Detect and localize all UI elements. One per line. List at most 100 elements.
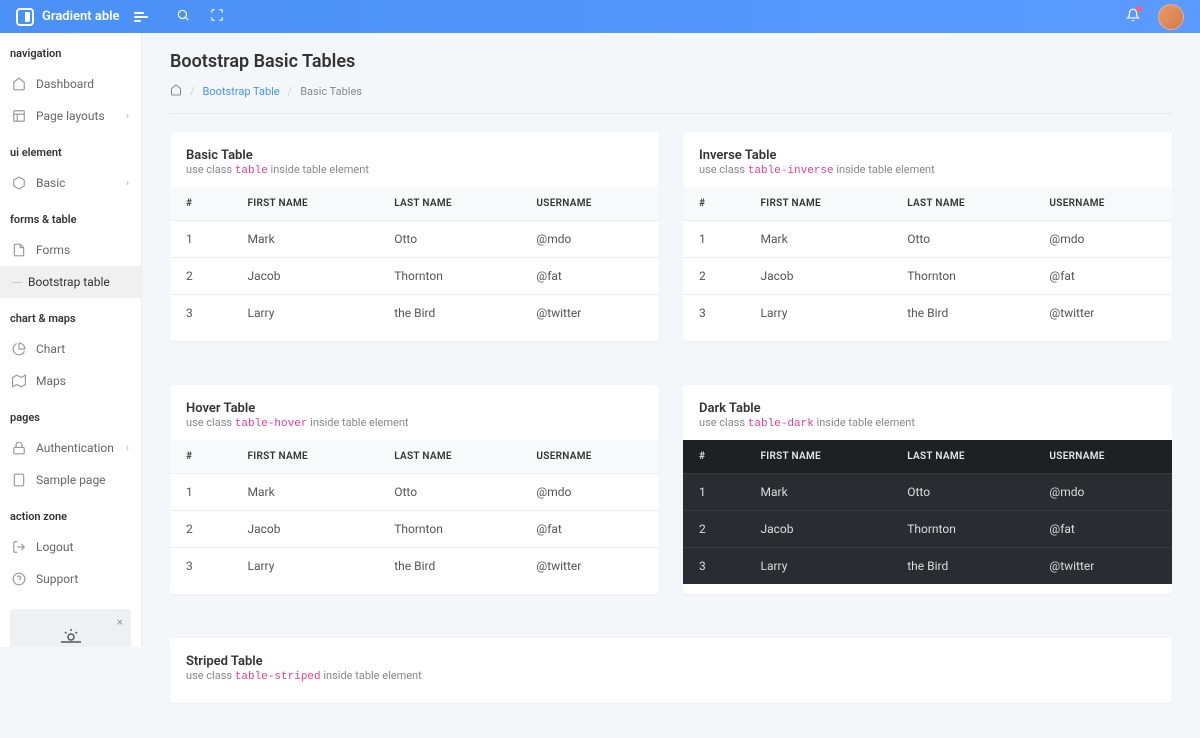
card-title: Basic Table bbox=[186, 148, 643, 163]
basic-table: #FIRST NAMELAST NAMEUSERNAME1MarkOtto@md… bbox=[170, 187, 659, 331]
cell-first: Jacob bbox=[232, 511, 379, 548]
cell-index: 2 bbox=[170, 258, 232, 295]
sidebar-item-label: Authentication bbox=[36, 441, 114, 455]
sidebar-item-logout[interactable]: Logout bbox=[0, 531, 141, 563]
sidebar-item-label: Sample page bbox=[36, 473, 106, 487]
chevron-right-icon: › bbox=[126, 178, 129, 189]
sidebar-item-forms[interactable]: Forms bbox=[0, 234, 141, 266]
col-head-first: FIRST NAME bbox=[232, 187, 379, 221]
table-row: 1MarkOtto@mdo bbox=[170, 474, 659, 511]
basic-table-card: Basic Table use class table inside table… bbox=[170, 132, 659, 341]
table-row: 1MarkOtto@mdo bbox=[683, 221, 1172, 258]
striped-table-card: Striped Table use class table-striped in… bbox=[170, 638, 1172, 703]
notifications-icon[interactable] bbox=[1126, 8, 1140, 26]
cell-user: @mdo bbox=[520, 221, 659, 258]
pie-icon bbox=[12, 342, 26, 356]
cell-index: 1 bbox=[683, 474, 745, 511]
sidebar-item-sample-page[interactable]: Sample page bbox=[0, 464, 141, 496]
cell-first: Larry bbox=[745, 548, 892, 585]
box-icon bbox=[12, 176, 26, 190]
col-head-first: FIRST NAME bbox=[232, 440, 379, 474]
cell-first: Mark bbox=[232, 221, 379, 258]
col-head-last: LAST NAME bbox=[378, 187, 520, 221]
table-row: 2JacobThornton@fat bbox=[170, 511, 659, 548]
table-row: 2JacobThornton@fat bbox=[683, 511, 1172, 548]
cell-user: @mdo bbox=[1033, 221, 1172, 258]
cell-index: 1 bbox=[170, 221, 232, 258]
map-icon bbox=[12, 374, 26, 388]
user-avatar[interactable] bbox=[1158, 4, 1184, 30]
home-icon[interactable] bbox=[170, 84, 182, 99]
card-title: Dark Table bbox=[699, 401, 1156, 416]
col-head-first: FIRST NAME bbox=[745, 440, 892, 474]
card-subtitle: use class table-dark inside table elemen… bbox=[699, 416, 1156, 430]
cell-user: @twitter bbox=[1033, 548, 1172, 585]
breadcrumb: / Bootstrap Table / Basic Tables bbox=[170, 84, 1172, 114]
fullscreen-icon[interactable] bbox=[210, 8, 224, 26]
logo-icon bbox=[16, 8, 34, 26]
card-subtitle: use class table inside table element bbox=[186, 163, 643, 177]
logout-icon bbox=[12, 540, 26, 554]
cell-user: @twitter bbox=[520, 295, 659, 332]
card-subtitle: use class table-striped inside table ele… bbox=[186, 669, 1156, 683]
search-icon[interactable] bbox=[176, 8, 190, 26]
cell-user: @twitter bbox=[520, 548, 659, 585]
sidebar-group-title: action zone bbox=[0, 496, 141, 531]
cell-user: @mdo bbox=[1033, 474, 1172, 511]
breadcrumb-link[interactable]: Bootstrap Table bbox=[203, 85, 280, 98]
sidebar-item-dashboard[interactable]: Dashboard bbox=[0, 68, 141, 100]
cell-first: Jacob bbox=[745, 511, 892, 548]
hover-table-card: Hover Table use class table-hover inside… bbox=[170, 385, 659, 594]
card-title: Hover Table bbox=[186, 401, 643, 416]
sidebar-item-bootstrap-table[interactable]: Bootstrap table bbox=[0, 266, 141, 298]
table-row: 3Larrythe Bird@twitter bbox=[170, 295, 659, 332]
sidebar-item-support[interactable]: Support bbox=[0, 563, 141, 595]
cell-user: @fat bbox=[1033, 511, 1172, 548]
sidebar-group-title: navigation bbox=[0, 33, 141, 68]
cell-index: 1 bbox=[170, 474, 232, 511]
hover-table: #FIRST NAMELAST NAMEUSERNAME1MarkOtto@md… bbox=[170, 440, 659, 584]
sidebar-item-chart[interactable]: Chart bbox=[0, 333, 141, 365]
cell-last: the Bird bbox=[378, 548, 520, 585]
sidebar-item-authentication[interactable]: Authentication› bbox=[0, 432, 141, 464]
sidebar-item-page-layouts[interactable]: Page layouts › bbox=[0, 100, 141, 132]
cell-index: 2 bbox=[683, 258, 745, 295]
col-head-index: # bbox=[683, 440, 745, 474]
inverse-table-card: Inverse Table use class table-inverse in… bbox=[683, 132, 1172, 341]
cell-user: @fat bbox=[520, 511, 659, 548]
dark-table: #FIRST NAMELAST NAMEUSERNAME1MarkOtto@md… bbox=[683, 440, 1172, 584]
sidebar-item-maps[interactable]: Maps bbox=[0, 365, 141, 397]
sidebar-toggle-button[interactable] bbox=[134, 12, 148, 22]
sidebar-group-title: chart & maps bbox=[0, 298, 141, 333]
sidebar-item-label: Chart bbox=[36, 342, 65, 356]
sidebar-item-basic[interactable]: Basic› bbox=[0, 167, 141, 199]
cell-index: 3 bbox=[170, 295, 232, 332]
cell-last: Otto bbox=[891, 221, 1033, 258]
sidebar-group-title: forms & table bbox=[0, 199, 141, 234]
col-head-last: LAST NAME bbox=[891, 187, 1033, 221]
col-head-last: LAST NAME bbox=[378, 440, 520, 474]
sidebar-item-label: Page layouts bbox=[36, 109, 105, 123]
brand-logo[interactable]: Gradient able bbox=[16, 8, 120, 26]
file-icon bbox=[12, 243, 26, 257]
weather-icon bbox=[22, 625, 119, 647]
sidebar-item-label: Logout bbox=[36, 540, 73, 554]
sidebar-item-label: Dashboard bbox=[36, 77, 94, 91]
sidebar-group-title: ui element bbox=[0, 132, 141, 167]
chevron-right-icon: › bbox=[126, 111, 129, 122]
main-content: Bootstrap Basic Tables / Bootstrap Table… bbox=[142, 33, 1200, 738]
inverse-table: #FIRST NAMELAST NAMEUSERNAME1MarkOtto@md… bbox=[683, 187, 1172, 331]
table-row: 2JacobThornton@fat bbox=[170, 258, 659, 295]
col-head-index: # bbox=[683, 187, 745, 221]
dark-table-card: Dark Table use class table-dark inside t… bbox=[683, 385, 1172, 594]
table-row: 2JacobThornton@fat bbox=[683, 258, 1172, 295]
cell-user: @fat bbox=[520, 258, 659, 295]
table-row: 1MarkOtto@mdo bbox=[170, 221, 659, 258]
cell-first: Larry bbox=[232, 295, 379, 332]
cell-last: Thornton bbox=[891, 258, 1033, 295]
table-row: 3Larrythe Bird@twitter bbox=[170, 548, 659, 585]
close-icon[interactable]: × bbox=[117, 615, 123, 629]
cell-index: 3 bbox=[683, 548, 745, 585]
sidebar-item-label: Maps bbox=[36, 374, 66, 388]
card-subtitle: use class table-inverse inside table ele… bbox=[699, 163, 1156, 177]
